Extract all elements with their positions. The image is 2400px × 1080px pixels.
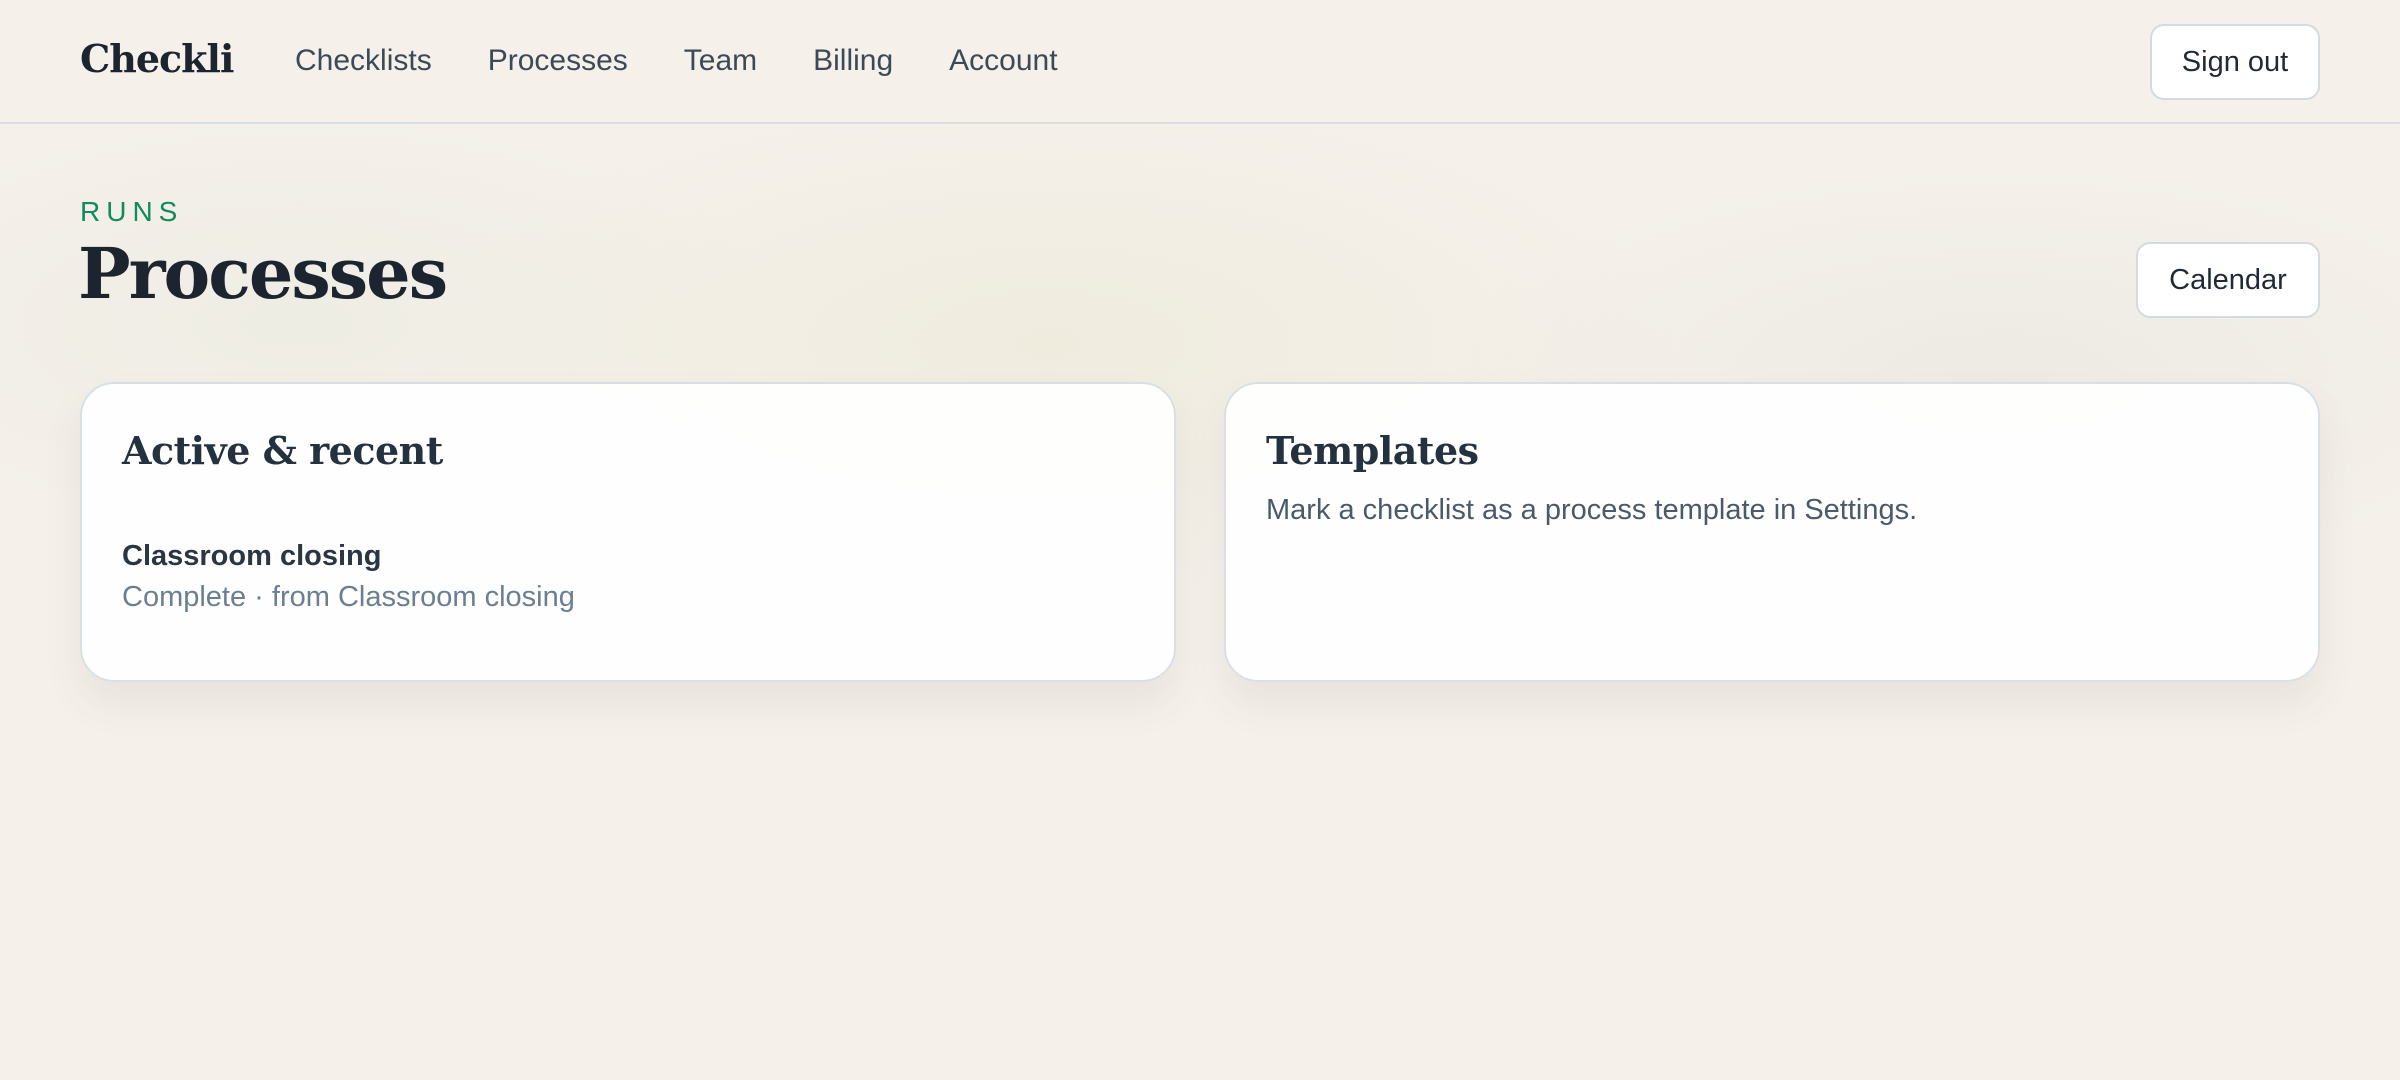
- templates-help-text: Mark a checklist as a process template i…: [1266, 494, 1918, 526]
- nav-link-team[interactable]: Team: [684, 44, 757, 78]
- list-item[interactable]: Classroom closing Complete · from Classr…: [122, 540, 575, 614]
- page-title: Processes: [78, 232, 448, 315]
- nav-link-account[interactable]: Account: [949, 44, 1057, 78]
- top-navigation-bar: Checkli Checklists Processes Team Billin…: [0, 0, 2400, 124]
- run-status-meta: Complete · from Classroom closing: [122, 581, 575, 613]
- active-recent-card: Active & recent Classroom closing Comple…: [80, 382, 1176, 682]
- main-nav: Checklists Processes Team Billing Accoun…: [295, 44, 1058, 78]
- nav-link-billing[interactable]: Billing: [813, 44, 893, 78]
- nav-link-processes[interactable]: Processes: [488, 44, 628, 78]
- card-title: Templates: [1266, 428, 1479, 473]
- brand-logo[interactable]: Checkli: [80, 36, 234, 81]
- nav-link-checklists[interactable]: Checklists: [295, 44, 432, 78]
- templates-card: Templates Mark a checklist as a process …: [1224, 382, 2320, 682]
- sign-out-button[interactable]: Sign out: [2150, 24, 2320, 100]
- card-title: Active & recent: [122, 428, 443, 473]
- calendar-button[interactable]: Calendar: [2136, 242, 2320, 318]
- section-eyebrow: RUNS: [80, 196, 184, 227]
- run-title[interactable]: Classroom closing: [122, 540, 575, 573]
